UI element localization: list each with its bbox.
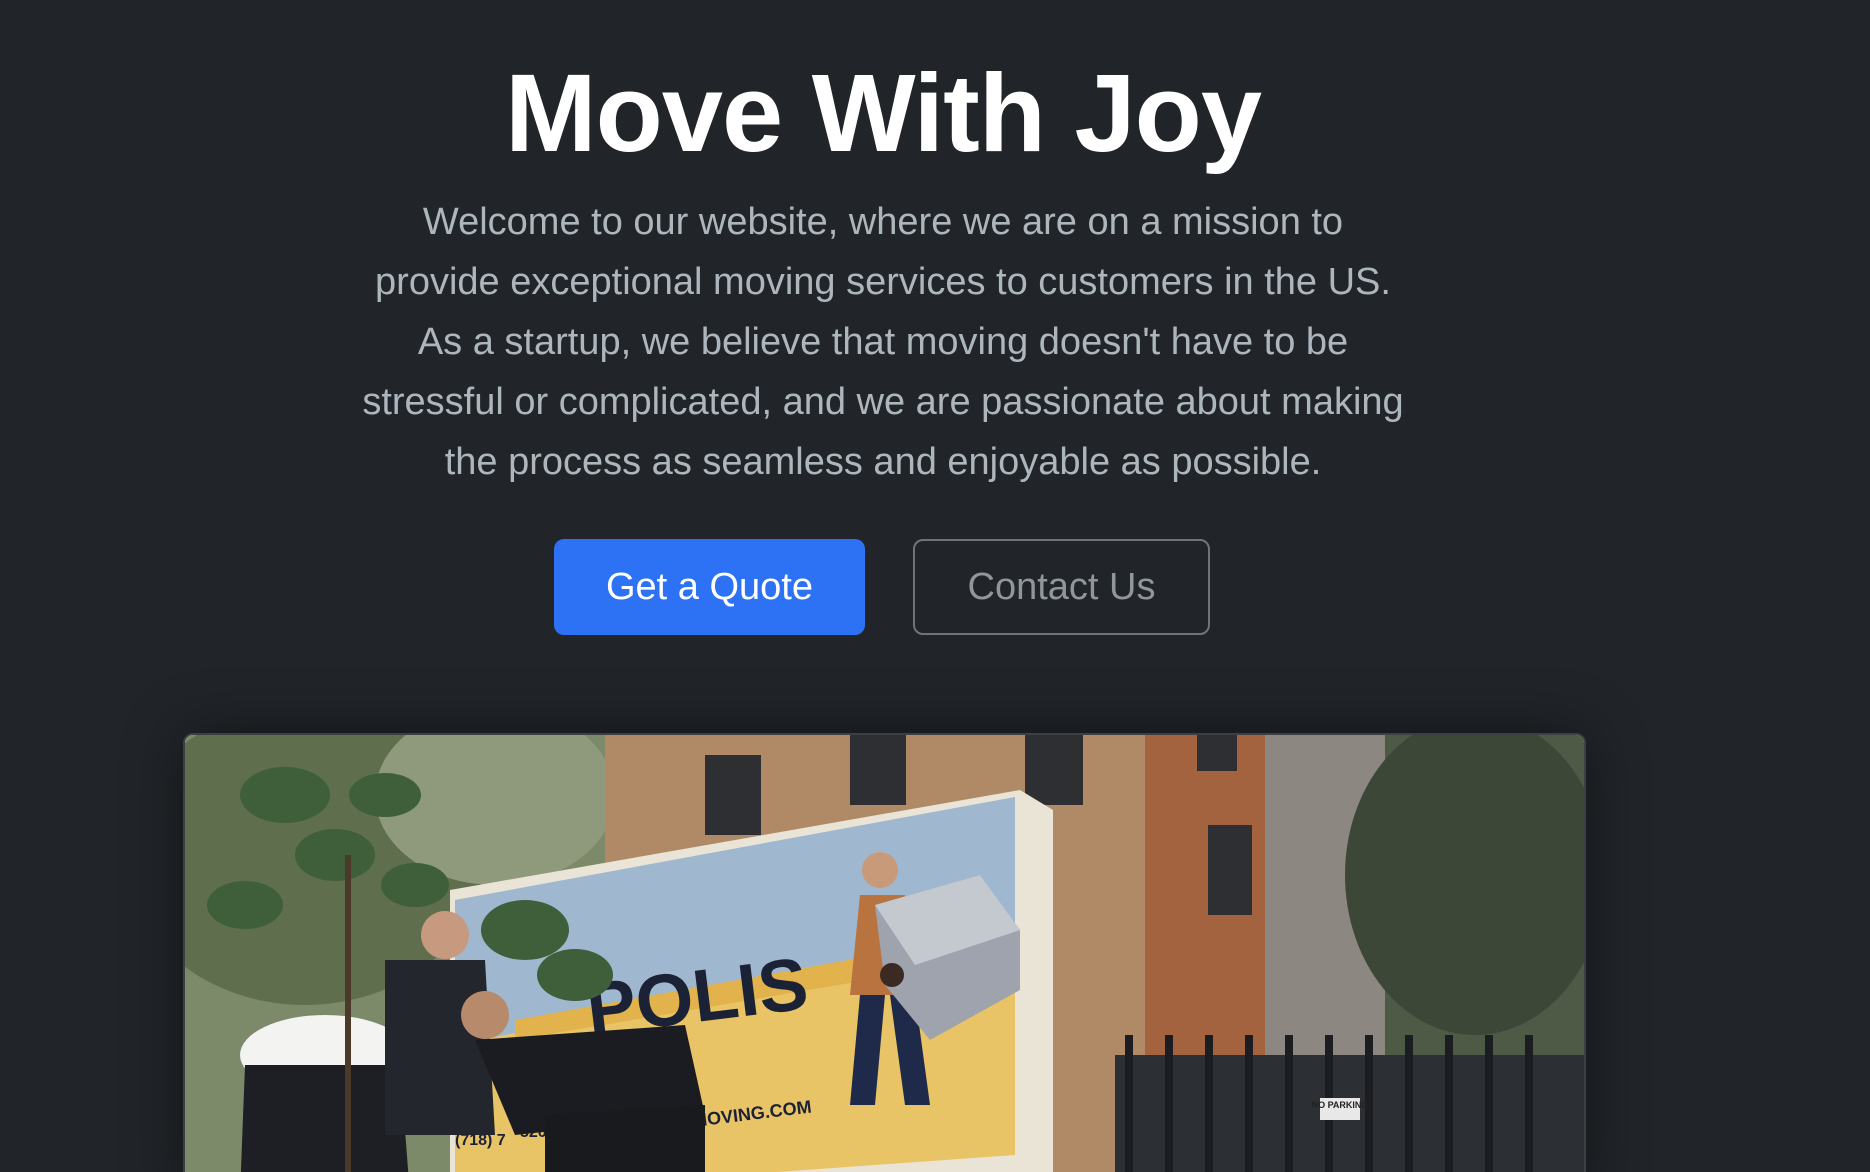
- hero-image: NO PARKING POLIS MOVING.COM (718) 7 520: [183, 733, 1586, 1172]
- moving-truck-photo: NO PARKING POLIS MOVING.COM (718) 7 520: [185, 735, 1584, 1172]
- hero-section: Move With Joy Welcome to our website, wh…: [0, 0, 1870, 1172]
- get-a-quote-button[interactable]: Get a Quote: [554, 539, 865, 635]
- no-parking-sign: NO PARKING: [1312, 1100, 1369, 1110]
- hero-lead-text: Welcome to our website, where we are on …: [362, 201, 1404, 483]
- contact-us-button[interactable]: Contact Us: [913, 539, 1210, 635]
- hero-title: Move With Joy: [504, 52, 1262, 175]
